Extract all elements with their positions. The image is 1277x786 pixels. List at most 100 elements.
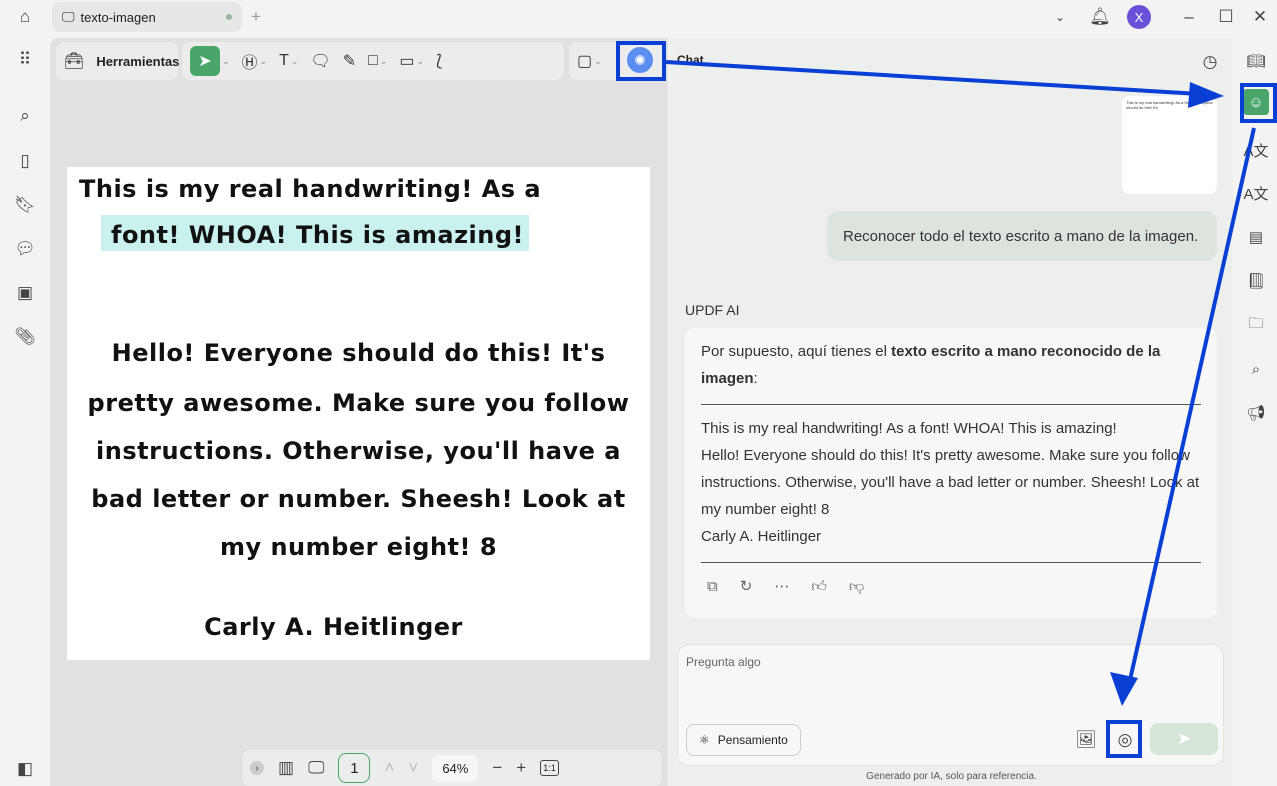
handwriting-line: This is my real handwriting! As a	[79, 175, 542, 203]
thinking-button[interactable]: ⚛ Pensamiento	[686, 724, 801, 756]
ruler-icon: ▭	[399, 53, 415, 70]
title-bar: ⌂ 🖵 texto-imagen + ⌄ 🔔︎ X – ☐ ✕	[0, 0, 1277, 34]
handwriting-line: Hello! Everyone should do this! It's	[111, 339, 606, 367]
presentation-icon[interactable]: 📢︎	[1243, 400, 1269, 426]
minimize-button[interactable]: –	[1177, 5, 1201, 29]
expand-icon[interactable]: ›	[250, 761, 264, 775]
toolbox-icon: 🧰︎	[64, 53, 85, 70]
presentation-icon[interactable]: 🖵	[308, 758, 324, 778]
ai-intro-end: :	[753, 370, 758, 387]
ocr-search-icon[interactable]: ⌕	[1243, 356, 1269, 382]
handwriting-line: pretty awesome. Make sure you follow	[87, 389, 630, 417]
handwriting-line: bad letter or number. Sheesh! Look at	[91, 485, 626, 513]
avatar[interactable]: X	[1127, 5, 1151, 29]
copy-icon[interactable]: ⧉	[707, 573, 718, 600]
close-button[interactable]: ✕	[1248, 5, 1272, 29]
translate-doc-icon[interactable]: A文	[1243, 180, 1269, 206]
stamp-icon[interactable]: ▣	[10, 278, 40, 308]
cursor-icon: ➤	[190, 46, 220, 76]
tools-button[interactable]: 🧰︎ Herramientas	[56, 42, 180, 80]
monitor-icon: 🖵	[62, 9, 75, 24]
folder-icon[interactable]: 🗀	[1243, 312, 1269, 338]
text-tool[interactable]: T ⌄	[279, 52, 298, 70]
handwriting-image: This is my real handwriting! As a font! …	[67, 167, 650, 660]
book-icon[interactable]: 📕︎	[1243, 268, 1269, 294]
measure-tool[interactable]: ▭ ⌄	[399, 51, 424, 71]
ai-line: This is my real handwriting! As a font! …	[701, 420, 1117, 437]
bell-icon[interactable]: 🔔︎	[1088, 5, 1112, 29]
next-page-button[interactable]: ˅	[408, 758, 418, 778]
highlighter-icon: ✎	[342, 53, 357, 70]
save-tool[interactable]: ▢ ⌄	[577, 51, 602, 71]
attached-image-thumbnail[interactable]: This is my real handwriting! As a Hello!…	[1122, 96, 1217, 194]
comment-tool[interactable]: 🗨︎	[310, 51, 330, 71]
chat-title: Chat	[677, 53, 704, 67]
tab-title: texto-imagen	[80, 9, 156, 25]
divider	[701, 404, 1201, 405]
regenerate-icon[interactable]: ↻	[740, 573, 753, 600]
ai-disclaimer: Generado por IA, solo para referencia.	[866, 771, 1037, 782]
comments-icon[interactable]: 💬︎	[10, 234, 40, 264]
attachment-icon[interactable]: 📎︎	[10, 322, 40, 352]
summarize-icon[interactable]: ▤	[1243, 224, 1269, 250]
tab-texto-imagen[interactable]: 🖵 texto-imagen	[52, 2, 242, 32]
zoom-level[interactable]: 64%	[432, 754, 479, 782]
handwriting-line: my number eight! 8	[219, 533, 498, 561]
prev-page-button[interactable]: ˄	[384, 758, 394, 778]
atom-icon: ⚛	[699, 733, 710, 747]
handwriting-line: font! WHOA! This is amazing!	[111, 221, 524, 249]
heading-icon: Ⓗ	[241, 55, 258, 72]
highlight-box	[1106, 720, 1142, 758]
apps-grid-icon[interactable]: ⠿	[10, 45, 40, 75]
more-tool[interactable]: ⟅	[436, 51, 442, 71]
ai-response: Por supuesto, aquí tienes el texto escri…	[685, 328, 1217, 618]
new-tab-button[interactable]: +	[246, 6, 266, 28]
zoom-in-button[interactable]: +	[516, 758, 526, 778]
page-navigation-bar: › ▥ 🖵 1 ˄ ˅ 64% − + 1:1	[242, 750, 662, 786]
page-number-input[interactable]: 1	[338, 753, 371, 783]
text-icon: T	[279, 52, 289, 69]
bookmark-icon[interactable]: 🔖︎	[10, 190, 40, 220]
thinking-label: Pensamiento	[717, 733, 788, 747]
pages-icon[interactable]: ▯	[10, 146, 40, 176]
unsaved-dot	[226, 14, 232, 20]
ai-reader-icon[interactable]: 📖︎	[1243, 48, 1269, 74]
maximize-button[interactable]: ☐	[1214, 5, 1238, 29]
highlighter-tool[interactable]: ✎	[343, 51, 356, 71]
user-message: Reconocer todo el texto escrito a mano d…	[827, 211, 1217, 261]
thumbs-down-icon[interactable]: 👎︎	[849, 573, 864, 600]
history-icon[interactable]: ◷	[1198, 50, 1222, 74]
more-icon[interactable]: ⋯	[774, 573, 789, 600]
annotation-toolbar: ➤ ⌄ Ⓗ ⌄ T ⌄ 🗨︎ ✎ □ ⌄ ▭ ⌄ ⟅	[182, 42, 564, 80]
save-icon: ▢	[577, 53, 593, 70]
handwriting-line: Carly A. Heitlinger	[204, 613, 463, 641]
thumbs-up-icon[interactable]: 👍︎	[811, 573, 827, 600]
select-tool[interactable]: ➤ ⌄	[190, 46, 230, 76]
divider	[701, 562, 1201, 563]
input-placeholder: Pregunta algo	[686, 655, 761, 669]
tools-label: Herramientas	[96, 53, 180, 69]
right-sidebar: 📖︎ ☺ A文 A文 ▤ 📕︎ 🗀 ⌕ 📢︎	[1233, 38, 1277, 786]
search-icon[interactable]: ⌕	[10, 101, 40, 131]
comment-icon: 🗨︎	[310, 53, 331, 70]
highlight-box	[1240, 83, 1277, 123]
ai-line: Hello! Everyone should do this! It's pre…	[701, 447, 1200, 518]
heading-tool[interactable]: Ⓗ ⌄	[242, 49, 268, 73]
zoom-out-button[interactable]: −	[492, 758, 502, 778]
shape-tool[interactable]: □ ⌄	[368, 52, 387, 70]
send-button[interactable]: ➤	[1150, 723, 1218, 755]
ai-line: Carly A. Heitlinger	[701, 528, 822, 545]
home-icon[interactable]: ⌂	[12, 6, 38, 28]
translate-icon[interactable]: A文	[1243, 137, 1269, 163]
image-ai-icon[interactable]: 🖼︎	[1074, 728, 1098, 752]
left-sidebar: ⠿ ⌕ ▯ 🔖︎ 💬︎ ▣ 📎︎ ◧	[0, 34, 50, 786]
link-icon: ⟅	[436, 53, 443, 70]
rectangle-icon: □	[368, 52, 378, 69]
ai-name: UPDF AI	[685, 302, 740, 318]
chevron-down-icon[interactable]: ⌄	[1050, 6, 1070, 28]
highlight-box	[616, 41, 666, 81]
ai-intro: Por supuesto, aquí tienes el	[701, 343, 892, 360]
actual-size-button[interactable]: 1:1	[540, 760, 559, 776]
page-layout-icon[interactable]: ▥	[278, 758, 294, 778]
sidebar-toggle-icon[interactable]: ◧	[10, 754, 40, 784]
